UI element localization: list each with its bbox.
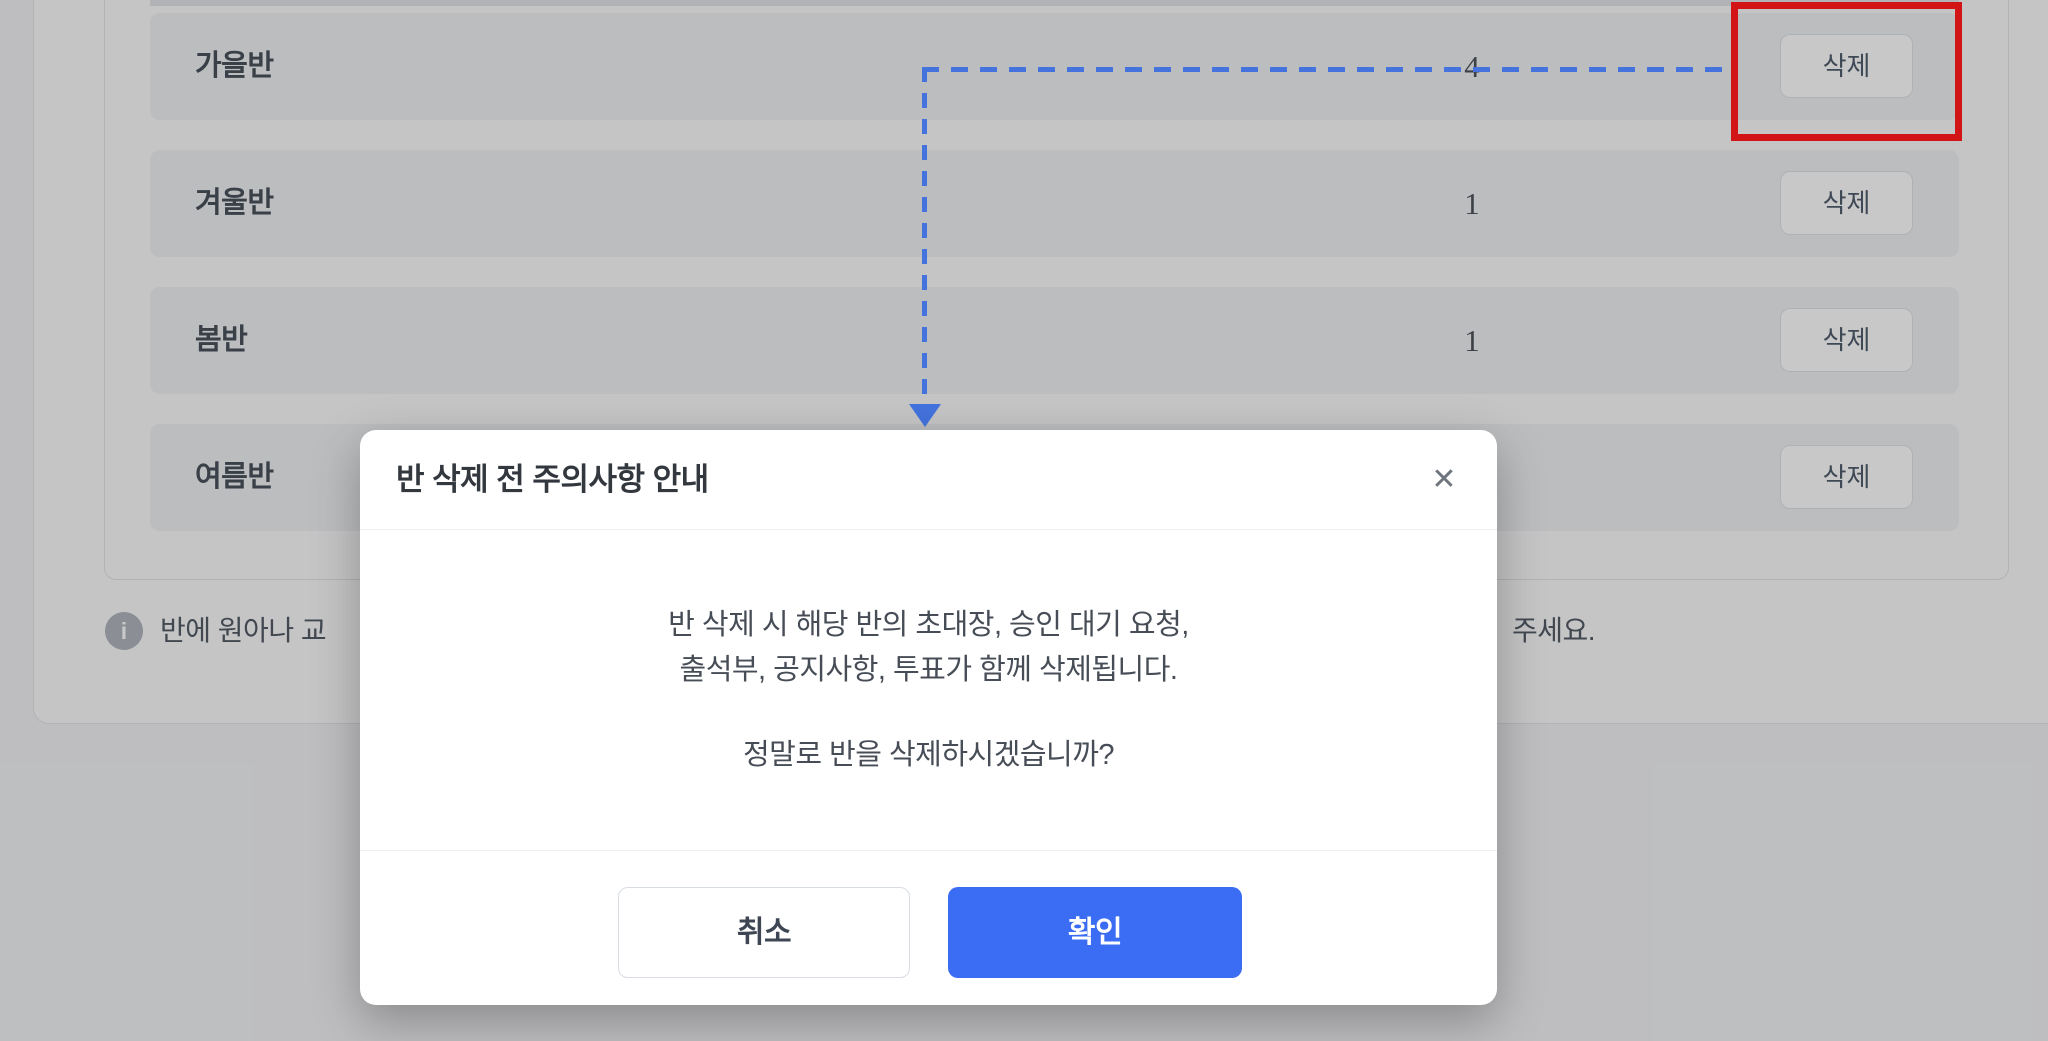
cancel-button[interactable]: 취소 bbox=[618, 887, 910, 978]
dialog-body-line-2: 출석부, 공지사항, 투표가 함께 삭제됩니다. bbox=[679, 654, 1178, 686]
dialog-footer: 취소 확인 bbox=[360, 850, 1497, 1005]
dialog-title: 반 삭제 전 주의사항 안내 bbox=[396, 462, 709, 497]
close-icon[interactable]: ✕ bbox=[1422, 458, 1466, 502]
confirm-button[interactable]: 확인 bbox=[948, 887, 1242, 978]
delete-confirm-dialog: 반 삭제 전 주의사항 안내 ✕ 반 삭제 시 해당 반의 초대장, 승인 대기… bbox=[360, 430, 1497, 1005]
dialog-header: 반 삭제 전 주의사항 안내 ✕ bbox=[360, 430, 1497, 530]
dialog-body-line-3: 정말로 반을 삭제하시겠습니까? bbox=[742, 739, 1115, 771]
dialog-body-line-1: 반 삭제 시 해당 반의 초대장, 승인 대기 요청, bbox=[668, 609, 1189, 641]
